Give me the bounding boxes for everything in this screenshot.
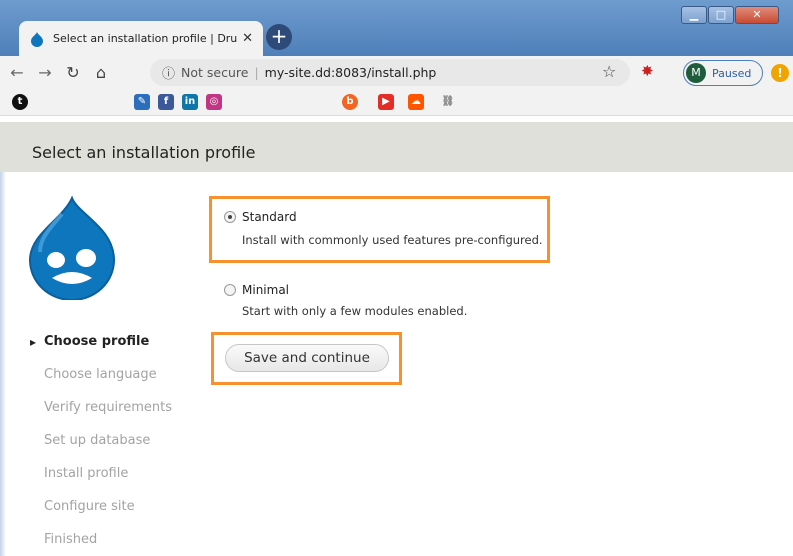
install-steps: Choose profile Choose language Verify re… <box>30 333 172 556</box>
step-choose-profile: Choose profile <box>30 333 172 366</box>
tab-title: Select an installation profile | Dru <box>53 32 238 45</box>
instagram-icon[interactable]: ◎ <box>206 94 222 110</box>
back-icon[interactable]: ← <box>6 63 28 82</box>
profile-status: Paused <box>712 66 752 80</box>
minimal-radio[interactable] <box>224 284 236 296</box>
link-icon[interactable]: ⛓ <box>440 94 456 110</box>
window-controls: ▁ □ ✕ <box>680 6 779 24</box>
standard-highlight-box <box>209 196 550 263</box>
drupal-favicon-icon <box>31 31 43 47</box>
browser-toolbar: ← → ↻ ⌂ ⓘ Not secure | my-site.dd:8083/i… <box>0 56 793 89</box>
step-set-up-database: Set up database <box>44 433 151 448</box>
window-titlebar: Select an installation profile | Dru ✕ +… <box>0 0 793 56</box>
avatar: M <box>686 63 706 83</box>
minimal-description: Start with only a few modules enabled. <box>242 304 468 318</box>
step-finished: Finished <box>44 532 98 547</box>
address-separator: | <box>254 65 259 80</box>
step-choose-language: Choose language <box>44 367 157 382</box>
soundcloud-icon[interactable]: ☁ <box>408 94 424 110</box>
not-secure-label: Not secure <box>181 65 249 80</box>
new-tab-button[interactable]: + <box>266 24 292 50</box>
standard-description: Install with commonly used features pre-… <box>242 233 543 247</box>
youtube-icon[interactable]: ▶ <box>378 94 394 110</box>
standard-radio[interactable] <box>224 211 236 223</box>
minimal-label: Minimal <box>242 283 290 297</box>
profile-option-minimal[interactable]: Minimal <box>224 283 289 297</box>
bookmarks-bar: t ✎ f in ◎ b ▶ ☁ ⛓ <box>0 89 793 116</box>
blogger-icon[interactable]: b <box>342 94 358 110</box>
standard-label: Standard <box>242 210 297 224</box>
forward-icon[interactable]: → <box>34 63 56 82</box>
page-title: Select an installation profile <box>32 143 256 162</box>
step-configure-site: Configure site <box>44 499 135 514</box>
alert-icon[interactable]: ! <box>771 64 789 82</box>
address-bar[interactable]: ⓘ Not secure | my-site.dd:8083/install.p… <box>150 59 630 86</box>
left-edge-decoration <box>0 172 6 556</box>
maximize-button[interactable]: □ <box>708 6 734 24</box>
bookmark-icon[interactable]: ✎ <box>134 94 150 110</box>
close-window-button[interactable]: ✕ <box>735 6 779 24</box>
facebook-icon[interactable]: f <box>158 94 174 110</box>
step-verify-requirements: Verify requirements <box>44 400 173 415</box>
browser-tab[interactable]: Select an installation profile | Dru ✕ <box>19 21 263 56</box>
tab-close-icon[interactable]: ✕ <box>242 31 253 46</box>
tumblr-icon[interactable]: t <box>12 94 28 110</box>
profile-option-standard[interactable]: Standard <box>224 210 297 224</box>
step-install-profile: Install profile <box>44 466 129 481</box>
save-and-continue-button[interactable]: Save and continue <box>225 344 389 372</box>
info-icon[interactable]: ⓘ <box>162 63 175 82</box>
extension-icon[interactable]: ✸ <box>641 62 654 80</box>
reload-icon[interactable]: ↻ <box>62 63 84 82</box>
profile-button[interactable]: M Paused <box>683 60 763 86</box>
minimize-button[interactable]: ▁ <box>681 6 707 24</box>
drupal-logo-icon <box>28 195 116 300</box>
home-icon[interactable]: ⌂ <box>90 63 112 82</box>
linkedin-icon[interactable]: in <box>182 94 198 110</box>
bookmark-star-icon[interactable]: ☆ <box>602 62 616 81</box>
url-text: my-site.dd:8083/install.php <box>264 65 437 80</box>
